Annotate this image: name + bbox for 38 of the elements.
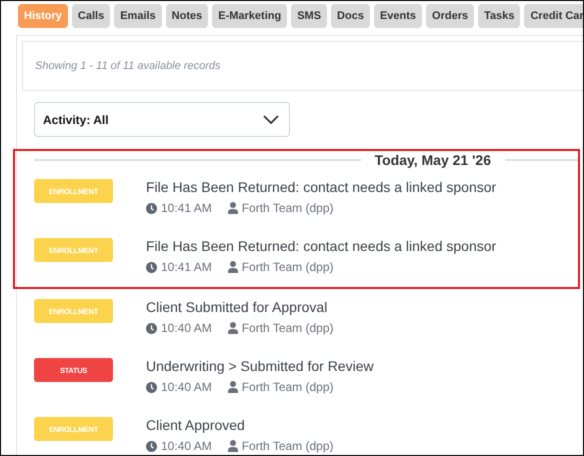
tab[interactable]: SMS [291,4,328,28]
entry-user: Forth Team (dpp) [242,380,334,394]
entry-time: 10:41 AM [161,260,212,274]
tab[interactable]: Tasks [478,4,520,28]
user-icon [228,261,238,273]
user-icon [228,322,238,334]
entry-user: Forth Team (dpp) [242,321,334,335]
tab[interactable]: Notes [166,4,208,28]
tab[interactable]: Events [374,4,422,28]
date-header: Today, May 21 '26 [374,152,492,168]
activity-dropdown[interactable]: Activity: All [34,102,290,137]
entry-title: File Has Been Returned: contact needs a linked sponsor [146,179,496,195]
clock-icon [146,382,157,392]
user-icon [228,202,238,214]
tab[interactable]: E-Marketing [212,4,288,28]
entry-title: Client Approved [146,417,246,433]
entry-title: Client Submitted for Approval [146,299,328,315]
entry-time: 10:40 AM [161,380,212,394]
entry-title: Underwriting > Submitted for Review [146,358,374,374]
chevron-icon [263,115,279,124]
user-icon [228,381,238,393]
entry-title: File Has Been Returned: contact needs a linked sponsor [146,238,496,254]
entry-time: 10:41 AM [161,201,212,215]
entry-user: Forth Team (dpp) [242,201,334,215]
entry-time: 10:40 AM [161,321,212,335]
clock-icon [146,202,157,214]
clock-icon [146,262,157,272]
records-summary: Showing 1 - 11 of 11 available records [35,60,220,72]
user-icon [228,440,238,452]
clock-icon [146,322,157,334]
entry-time: 10:40 AM [161,439,212,453]
entry-user: Forth Team (dpp) [242,260,334,274]
clock-icon [146,440,157,452]
entry-user: Forth Team (dpp) [242,439,334,453]
tab[interactable]: Orders [426,4,474,28]
tab[interactable]: Emails [114,4,162,28]
tab[interactable]: Calls [72,4,110,28]
tab[interactable]: Docs [331,4,370,28]
